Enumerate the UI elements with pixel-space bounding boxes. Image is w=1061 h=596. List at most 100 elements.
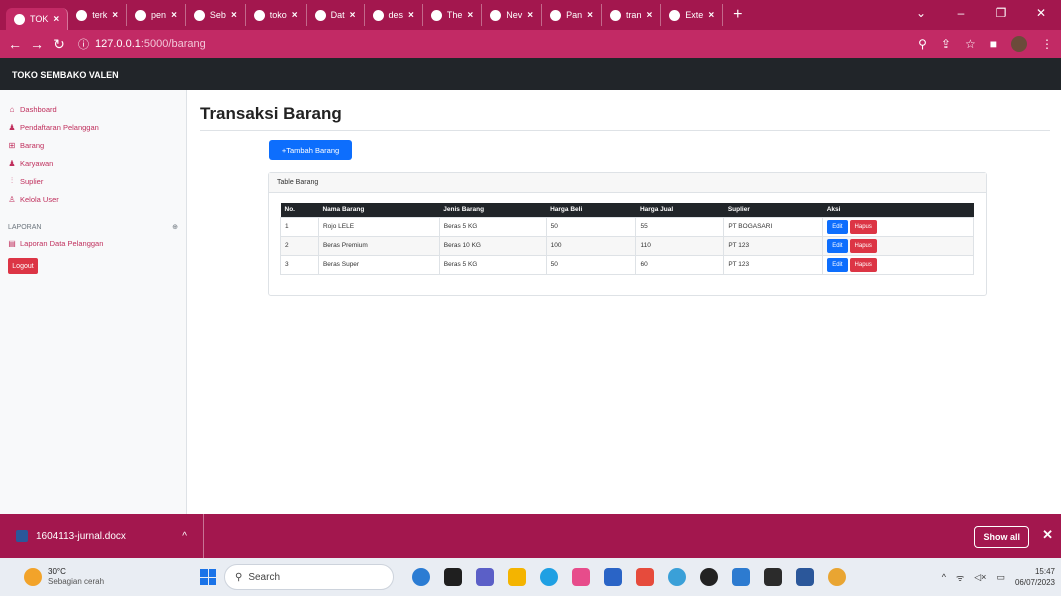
chrome-icon[interactable] [828,568,846,586]
browser-tab[interactable]: terk × [68,4,128,26]
cell-suplier: PT 123 [723,254,824,275]
browser-tab[interactable]: Dat × [307,4,365,26]
edge-icon[interactable] [540,568,558,586]
items-table: No. Nama Barang Jenis Barang Harga Beli Harg… [280,203,974,275]
close-download-bar-icon[interactable]: ✕ [1042,527,1053,543]
show-all-button[interactable]: Show all [974,526,1029,548]
column-header: Harga Jual [635,203,724,217]
url-field[interactable]: ⓘ 127.0.0.1:5000/barang [78,33,206,55]
sidebar-item-dashboard[interactable]: ⌂ Dashboard [0,100,186,118]
profile-avatar[interactable] [1011,36,1027,52]
browser-tab[interactable]: tran × [602,4,662,26]
back-icon[interactable]: ← [4,36,26,52]
taskbar-search[interactable]: ⚲ Search [224,564,394,590]
chevron-up-icon[interactable]: ^ [182,531,187,542]
close-tab-icon[interactable]: × [527,10,533,21]
close-tab-icon[interactable]: × [292,10,298,21]
windows-start-icon[interactable] [200,569,216,585]
meet-icon[interactable] [476,568,494,586]
browser-tab[interactable]: Nev × [482,4,543,26]
app-brand[interactable]: TOKO SEMBAKO VALEN [12,70,119,80]
menu-kebab-icon[interactable]: ⋮ [1041,37,1053,51]
cell-nama: Rojo LELE [317,216,440,237]
terminal-icon[interactable] [764,568,782,586]
edit-button[interactable]: Edit [827,238,848,253]
close-tab-icon[interactable]: × [646,10,652,21]
system-tray: ^ ᯤ ◁× ▭ 15:47 06/07/2023 [942,558,1055,596]
browser-tab[interactable]: TOK × [6,8,69,30]
browser-tab[interactable]: Exte × [661,4,724,26]
edit-button[interactable]: Edit [827,257,848,272]
sidebar-item-barang[interactable]: ⊞ Barang [0,136,186,154]
close-tab-icon[interactable]: × [408,10,414,21]
browser-tab[interactable]: The × [423,4,483,26]
chevron-up-icon[interactable]: ^ [942,572,946,582]
vscode-icon[interactable] [732,568,750,586]
new-tab-button[interactable]: + [723,6,752,24]
mail-icon[interactable] [604,568,622,586]
clock-date: 06/07/2023 [1014,578,1055,587]
speaker-icon[interactable]: ◁× [974,572,986,583]
close-tab-icon[interactable]: × [231,10,237,21]
github-icon[interactable] [700,568,718,586]
column-header: Suplier [723,203,823,217]
delete-button[interactable]: Hapus [849,257,877,272]
delete-button[interactable]: Hapus [849,238,877,253]
close-tab-icon[interactable]: × [350,10,356,21]
sidebar-item-laporan-pelanggan[interactable]: ▤ Laporan Data Pelanggan [0,234,186,252]
close-tab-icon[interactable]: × [587,10,593,21]
download-item[interactable]: 1604113-jurnal.docx ^ [0,514,204,558]
tab-title: The [446,10,463,20]
edit-button[interactable]: Edit [827,219,848,234]
reload-icon[interactable]: ↻ [48,36,70,53]
minimize-icon[interactable]: – [941,6,981,20]
expand-icon[interactable]: ⊕ [172,223,178,231]
close-tab-icon[interactable]: × [112,10,118,21]
browser-tab[interactable]: toko × [246,4,307,26]
browser-tab[interactable]: Seb × [186,4,246,26]
sublime-icon[interactable] [636,568,654,586]
close-tab-icon[interactable]: × [708,10,714,21]
clock[interactable]: 15:47 06/07/2023 [1015,566,1055,588]
browser-tab[interactable]: Pan × [542,4,602,26]
file-manager-icon[interactable] [444,568,462,586]
close-tab-icon[interactable]: × [171,10,177,21]
battery-icon[interactable]: ▭ [996,572,1005,583]
clock-time: 15:47 [1034,567,1055,576]
sidebar-item-kelola-user[interactable]: ♙ Kelola User [0,190,186,208]
restore-icon[interactable]: ❐ [981,6,1021,20]
close-window-icon[interactable]: ✕ [1021,6,1061,20]
sidebar-item-pendaftaran-pelanggan[interactable]: ♟ Pendaftaran Pelanggan [0,118,186,136]
cell-suplier: PT BOGASARI [723,216,824,237]
bing-icon[interactable] [412,568,430,586]
sidebar-item-suplier[interactable]: ⫶ Suplier [0,172,186,190]
sidepanel-icon[interactable]: ■ [990,37,997,51]
logout-button[interactable]: Logout [8,258,38,274]
wifi-icon[interactable]: ᯤ [956,571,964,584]
app-icon[interactable] [668,568,686,586]
delete-button[interactable]: Hapus [849,219,877,234]
folder-icon[interactable] [508,568,526,586]
forward-icon[interactable]: → [26,36,48,52]
close-tab-icon[interactable]: × [53,14,59,25]
close-tab-icon[interactable]: × [467,10,473,21]
column-header: No. [280,203,319,217]
tab-title: terk [92,10,108,20]
add-item-button[interactable]: +Tambah Barang [269,140,352,160]
cell-no: 1 [280,216,319,237]
site-info-icon[interactable]: ⓘ [78,36,89,52]
browser-tab[interactable]: des × [365,4,423,26]
sidebar-item-karyawan[interactable]: ♟ Karyawan [0,154,186,172]
word-icon[interactable] [796,568,814,586]
google-icon [372,9,384,21]
bookmark-star-icon[interactable]: ☆ [965,37,976,51]
zoom-icon[interactable]: ⚲ [918,37,927,51]
cell-actions: Edit Hapus [822,254,974,275]
weather-widget[interactable]: 30°C Sebagian cerah [0,567,200,587]
tab-title: des [388,10,404,20]
store-icon[interactable] [572,568,590,586]
tab-search-icon[interactable]: ⌄ [901,6,941,20]
sidebar-item-label: Kelola User [20,194,59,204]
browser-tab[interactable]: pen × [127,4,186,26]
share-icon[interactable]: ⇪ [941,37,951,51]
